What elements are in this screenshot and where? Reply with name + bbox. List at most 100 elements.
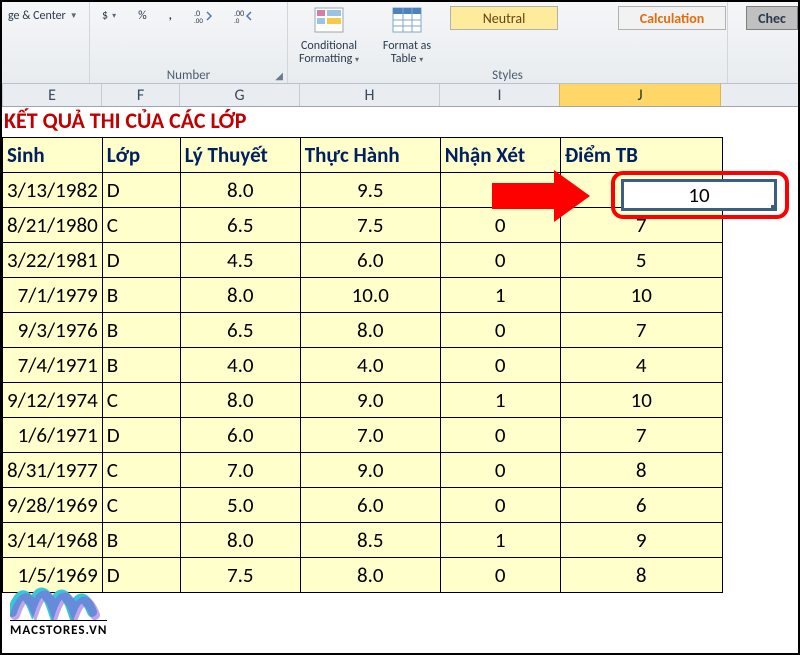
cell[interactable]: 8/31/1977 — [3, 453, 103, 488]
hdr-thuchanh[interactable]: Thực Hành — [300, 138, 440, 173]
active-cell[interactable]: 10 — [621, 179, 777, 211]
cell[interactable]: 0 — [440, 488, 560, 523]
cell[interactable]: 1 — [440, 383, 560, 418]
hdr-diemtb[interactable]: Điểm TB — [560, 138, 722, 173]
cell[interactable]: D — [102, 418, 180, 453]
cell[interactable]: 9.0 — [300, 383, 440, 418]
cell[interactable]: 8 — [560, 558, 722, 593]
column-header-J[interactable]: J — [559, 84, 721, 106]
table-row: 7/1/1979B8.010.0110 — [3, 278, 723, 313]
cell[interactable]: 4.0 — [180, 348, 300, 383]
cell[interactable]: 10.0 — [300, 278, 440, 313]
cell[interactable]: 1/6/1971 — [3, 418, 103, 453]
cell[interactable]: C — [102, 383, 180, 418]
cell[interactable]: D — [102, 173, 180, 208]
cell[interactable]: 7.5 — [300, 208, 440, 243]
cell[interactable]: 6.0 — [300, 243, 440, 278]
cell[interactable]: 7.5 — [180, 558, 300, 593]
cell[interactable]: 9/28/1969 — [3, 488, 103, 523]
cell[interactable]: 0 — [440, 453, 560, 488]
cell[interactable]: 7/1/1979 — [3, 278, 103, 313]
cell[interactable]: 8 — [560, 453, 722, 488]
cell[interactable]: 3/13/1982 — [3, 173, 103, 208]
dropdown-arrow-icon: ▾ — [355, 55, 359, 65]
style-check-cell[interactable]: Chec — [746, 6, 798, 30]
cell[interactable]: 0 — [440, 418, 560, 453]
column-header-H[interactable]: H — [299, 84, 439, 106]
cell[interactable]: 8.5 — [300, 523, 440, 558]
cell[interactable]: 0 — [440, 243, 560, 278]
increase-decimal-button[interactable]: .0.00 — [188, 5, 218, 27]
cell[interactable]: 4.0 — [300, 348, 440, 383]
cell[interactable]: 7.0 — [300, 418, 440, 453]
hdr-lop[interactable]: Lớp — [102, 138, 180, 173]
cell[interactable]: C — [102, 488, 180, 523]
cell[interactable]: 10 — [560, 278, 722, 313]
cell[interactable]: 8.0 — [180, 523, 300, 558]
cell[interactable]: 3/14/1968 — [3, 523, 103, 558]
cell[interactable]: 9/3/1976 — [3, 313, 103, 348]
style-calculation[interactable]: Calculation — [618, 6, 726, 30]
cell[interactable]: 8.0 — [180, 278, 300, 313]
decrease-decimal-button[interactable]: .00.0 — [228, 5, 258, 27]
fill-handle[interactable] — [771, 205, 777, 211]
cell[interactable]: 6.0 — [180, 418, 300, 453]
cell[interactable]: 0 — [440, 348, 560, 383]
cell[interactable]: 7 — [560, 208, 722, 243]
column-header-E[interactable]: E — [2, 84, 101, 106]
cell[interactable]: B — [102, 523, 180, 558]
cell[interactable]: D — [102, 243, 180, 278]
cell[interactable]: 6 — [560, 488, 722, 523]
style-neutral[interactable]: Neutral — [450, 6, 558, 30]
cell[interactable]: 7 — [560, 313, 722, 348]
format-as-table-button[interactable]: Format asTable ▾ — [372, 4, 442, 66]
cell[interactable]: 6.0 — [300, 488, 440, 523]
cell[interactable]: 8/21/1980 — [3, 208, 103, 243]
cell[interactable]: B — [102, 348, 180, 383]
cell[interactable]: 3/22/1981 — [3, 243, 103, 278]
hdr-nhanxet[interactable]: Nhận Xét — [440, 138, 560, 173]
cell[interactable]: 9/12/1974 — [3, 383, 103, 418]
column-header-F[interactable]: F — [101, 84, 179, 106]
cell[interactable]: C — [102, 208, 180, 243]
cell[interactable]: C — [102, 453, 180, 488]
cell[interactable]: 1/5/1969 — [3, 558, 103, 593]
cell[interactable]: 0 — [440, 313, 560, 348]
currency-button[interactable]: $▾ — [96, 5, 122, 27]
cell[interactable]: 0 — [440, 558, 560, 593]
column-header-G[interactable]: G — [179, 84, 299, 106]
cell[interactable]: 7 — [560, 418, 722, 453]
cell[interactable]: B — [102, 278, 180, 313]
column-header-I[interactable]: I — [439, 84, 559, 106]
cell[interactable]: B — [102, 313, 180, 348]
dialog-launcher-icon[interactable]: ◢ — [275, 69, 283, 82]
cell[interactable]: 0 — [440, 208, 560, 243]
merge-center-button[interactable]: ge & Center ▼ — [2, 5, 84, 27]
cell[interactable]: 4 — [560, 348, 722, 383]
cell[interactable]: D — [102, 558, 180, 593]
cell[interactable]: 8.0 — [180, 383, 300, 418]
conditional-formatting-button[interactable]: ConditionalFormatting ▾ — [294, 4, 364, 66]
comma-button[interactable]: , — [163, 5, 178, 27]
cell[interactable]: 8.0 — [300, 558, 440, 593]
hdr-lythuyet[interactable]: Lý Thuyết — [180, 138, 300, 173]
cell[interactable]: 10 — [560, 383, 722, 418]
cell[interactable]: 7.0 — [180, 453, 300, 488]
cell[interactable]: 8.0 — [300, 313, 440, 348]
cell[interactable]: 9.0 — [300, 453, 440, 488]
styles-group-label: Styles — [288, 68, 727, 83]
cell[interactable]: 9.5 — [300, 173, 440, 208]
cell[interactable]: 8.0 — [180, 173, 300, 208]
cell[interactable]: 1 — [440, 278, 560, 313]
cell[interactable]: 6.5 — [180, 313, 300, 348]
cell[interactable]: 1 — [440, 523, 560, 558]
cell[interactable]: 5.0 — [180, 488, 300, 523]
cell[interactable]: 7/4/1971 — [3, 348, 103, 383]
cell[interactable]: 5 — [560, 243, 722, 278]
cell[interactable] — [440, 173, 560, 208]
hdr-sinh[interactable]: Sinh — [3, 138, 103, 173]
cell[interactable]: 4.5 — [180, 243, 300, 278]
cell[interactable]: 9 — [560, 523, 722, 558]
percent-button[interactable]: % — [132, 5, 153, 27]
cell[interactable]: 6.5 — [180, 208, 300, 243]
